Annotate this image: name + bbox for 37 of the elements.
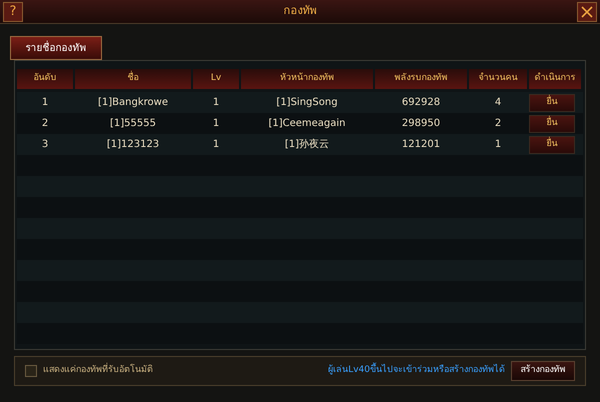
table-cell-text: [1]Bangkrowe: [97, 96, 169, 110]
close-icon: [580, 4, 594, 18]
table-cell-text: [1]123123: [106, 138, 160, 152]
column-header: พลังรบกองทัพ: [375, 69, 467, 89]
table-cell-text: [1]孙夜云: [284, 138, 330, 152]
apply-button[interactable]: ยื่น: [529, 114, 575, 132]
close-button[interactable]: [577, 2, 597, 22]
table-cell-text: 3: [40, 138, 50, 152]
window-title: กองทัพ: [284, 3, 316, 20]
table-cell-text: 692928: [400, 96, 442, 110]
table-cell-text: 1: [494, 138, 502, 152]
table-cell-text: 121201: [400, 138, 442, 152]
table-cell-text: 4: [494, 96, 502, 110]
table-cell-text: 1: [212, 117, 220, 131]
table-cell-text: 1: [40, 96, 50, 110]
level-notice: ผู้เล่นLv40ขึ้นไปจะเข้าร่วมหรือสร้างกองทัพได้: [328, 364, 505, 378]
column-header: ชื่อ: [75, 69, 191, 89]
table-cell-text: 298950: [400, 117, 442, 131]
table-cell-text: [1]Ceemeagain: [267, 117, 347, 131]
column-header: อันดับ: [17, 69, 73, 89]
table-cell-text: [1]55555: [109, 117, 157, 131]
checkbox[interactable]: [25, 365, 37, 377]
apply-button[interactable]: ยื่น: [529, 136, 575, 154]
table-cell-text: 1: [212, 138, 220, 152]
column-header: Lv: [193, 69, 239, 89]
table-cell-text: [1]SingSong: [275, 96, 339, 110]
apply-button[interactable]: ยื่น: [529, 94, 575, 112]
help-button[interactable]: ?: [3, 2, 23, 22]
table-cell-text: 2: [40, 117, 50, 131]
column-header: จำนวนคน: [469, 69, 527, 89]
checkbox-label: แสดงแค่กองทัพที่รับอัตโนมัติ: [43, 364, 153, 378]
tab[interactable]: รายชื่อกองทัพ: [10, 36, 102, 60]
column-header: หัวหน้ากองทัพ: [241, 69, 373, 89]
table-cell-text: 1: [212, 96, 220, 110]
column-header: ดำเนินการ: [529, 69, 581, 89]
table-cell-text: 2: [494, 117, 502, 131]
create-army-button[interactable]: สร้างกองทัพ: [511, 361, 575, 381]
